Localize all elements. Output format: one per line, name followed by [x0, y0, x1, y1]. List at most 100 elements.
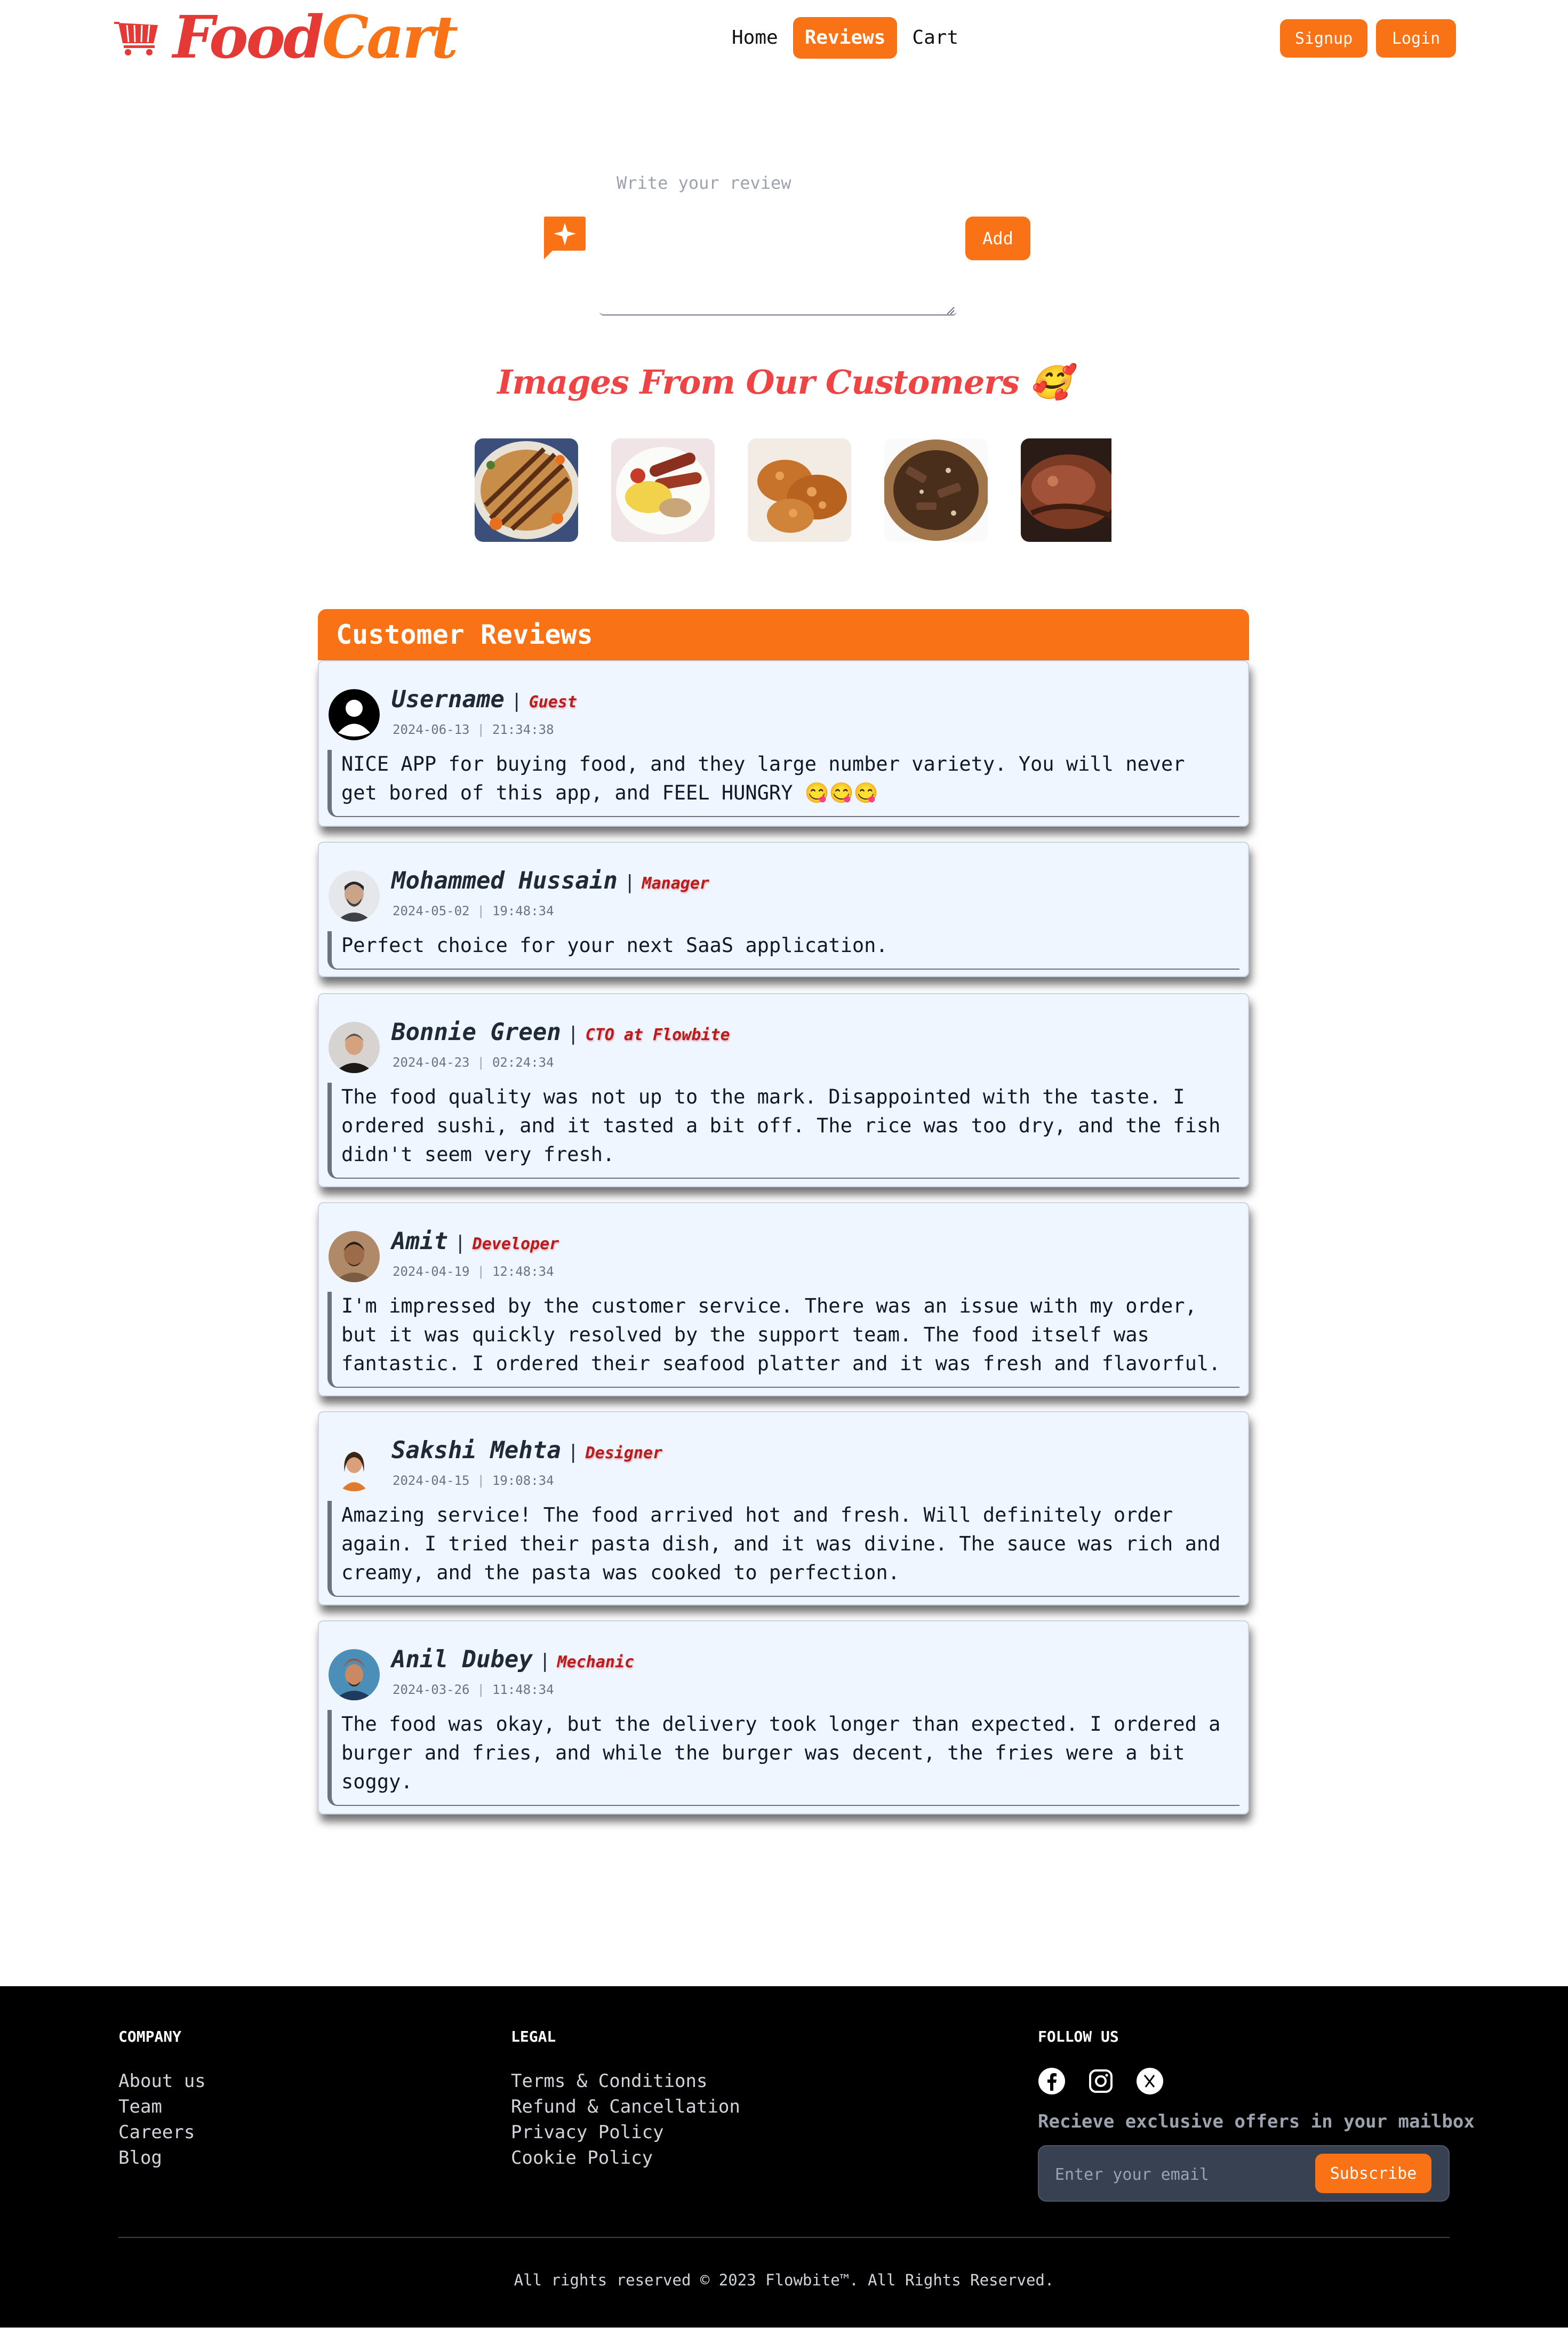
footer-link-about[interactable]: About us — [118, 2068, 206, 2094]
customer-image-gallery[interactable] — [475, 438, 1111, 542]
avatar-photo — [329, 1440, 380, 1491]
review-timestamp: 2024-03-26 | 11:48:34 — [393, 1682, 554, 1697]
review-card: Username | Guest 2024-06-13 | 21:34:38 NIC… — [318, 660, 1249, 827]
subscribe-button[interactable]: Subscribe — [1315, 2154, 1431, 2193]
add-review-button[interactable]: Add — [965, 217, 1030, 260]
footer-link-terms[interactable]: Terms & Conditions — [511, 2068, 740, 2094]
email-input[interactable] — [1055, 2159, 1300, 2190]
review-time: 19:48:34 — [492, 903, 554, 918]
avatar — [329, 1231, 380, 1282]
review-date: 2024-04-19 — [393, 1264, 470, 1279]
review-header: Sakshi Mehta | Designer — [391, 1437, 662, 1464]
avatar-photo — [329, 1022, 380, 1073]
footer-heading-company: COMPANY — [118, 2028, 182, 2045]
mailbox-offer-text: Recieve exclusive offers in your mailbox — [1038, 2111, 1475, 2132]
avatar — [329, 689, 380, 740]
footer-legal-links: Terms & Conditions Refund & Cancellation… — [511, 2068, 740, 2171]
reviewer-role: Developer — [472, 1235, 559, 1253]
separator: | — [510, 690, 523, 712]
review-card: Anil Dubey | Mechanic 2024-03-26 | 11:48:3… — [318, 1620, 1249, 1814]
review-timestamp: 2024-04-23 | 02:24:34 — [393, 1055, 554, 1070]
nav-link-reviews[interactable]: Reviews — [793, 17, 898, 59]
review-date: 2024-03-26 — [393, 1682, 470, 1697]
sausage-plate-image — [611, 438, 715, 542]
x-twitter-icon[interactable] — [1136, 2067, 1164, 2095]
review-time: 19:08:34 — [492, 1473, 554, 1488]
footer-divider — [118, 2237, 1450, 2238]
review-timestamp: 2024-04-19 | 12:48:34 — [393, 1264, 554, 1279]
avatar — [329, 1440, 380, 1491]
gallery-title: Images From Our Customers 🥰 — [497, 363, 1071, 402]
reviewer-name: Username — [391, 686, 505, 713]
brand-name: FoodCart — [173, 8, 458, 67]
review-text: The food was okay, but the delivery took… — [327, 1710, 1239, 1806]
review-card: Bonnie Green | CTO at Flowbite 2024-04-2… — [318, 993, 1249, 1187]
review-card: Amit | Developer 2024-04-19 | 12:48:34 I'm… — [318, 1202, 1249, 1396]
separator: | — [623, 871, 636, 893]
brand-name-food: Food — [173, 3, 324, 71]
brand-logo[interactable]: FoodCart — [113, 8, 458, 67]
reviewer-name: Sakshi Mehta — [391, 1437, 561, 1464]
gallery-image-chocolate-platter[interactable] — [884, 438, 988, 542]
signup-button[interactable]: Signup — [1280, 19, 1367, 58]
copyright-text: All rights reserved © 2023 Flowbite™. Al… — [514, 2271, 1054, 2289]
review-text: The food quality was not up to the mark.… — [327, 1083, 1239, 1179]
nav-links: Home Reviews Cart — [720, 17, 970, 59]
separator: | — [454, 1232, 466, 1254]
reviewer-name: Bonnie Green — [391, 1019, 561, 1046]
gallery-image-sausage-plate[interactable] — [611, 438, 715, 542]
default-user-icon — [329, 689, 380, 740]
review-header: Anil Dubey | Mechanic — [391, 1646, 634, 1673]
review-text: Amazing service! The food arrived hot an… — [327, 1501, 1239, 1597]
review-card: Mohammed Hussain | Manager 2024-05-02 | 19… — [318, 842, 1249, 977]
review-date: 2024-06-13 — [393, 722, 470, 737]
roast-meat-image — [1021, 438, 1111, 542]
review-header: Bonnie Green | CTO at Flowbite — [391, 1019, 730, 1046]
reviewer-role: CTO at Flowbite — [585, 1026, 730, 1044]
gallery-image-brisket[interactable] — [475, 438, 578, 542]
gallery-image-fried-chicken[interactable] — [748, 438, 851, 542]
footer-heading-follow: FOLLOW US — [1038, 2028, 1119, 2045]
footer-link-blog[interactable]: Blog — [118, 2145, 206, 2171]
instagram-icon[interactable] — [1087, 2067, 1115, 2095]
review-date: 2024-04-23 — [393, 1055, 470, 1070]
reviewer-name: Anil Dubey — [391, 1646, 533, 1673]
review-time: 12:48:34 — [492, 1264, 554, 1279]
review-header: Amit | Developer — [391, 1228, 559, 1255]
facebook-icon[interactable] — [1038, 2067, 1066, 2095]
fried-chicken-image — [748, 438, 851, 542]
review-textarea[interactable] — [599, 165, 957, 316]
review-time: 11:48:34 — [492, 1682, 554, 1697]
shopping-cart-icon — [114, 22, 158, 55]
login-button[interactable]: Login — [1376, 19, 1456, 58]
footer-link-team[interactable]: Team — [118, 2094, 206, 2120]
resize-handle-icon[interactable] — [945, 305, 955, 315]
nav-link-cart[interactable]: Cart — [900, 17, 970, 59]
brisket-platter-image — [475, 438, 578, 542]
footer-link-privacy[interactable]: Privacy Policy — [511, 2120, 740, 2145]
footer-heading-legal: LEGAL — [511, 2028, 556, 2045]
brand-name-cart: Cart — [322, 3, 459, 71]
avatar-photo — [329, 870, 380, 922]
review-timestamp: 2024-04-15 | 19:08:34 — [393, 1473, 554, 1488]
reviewer-role: Manager — [642, 874, 709, 893]
separator: | — [567, 1441, 579, 1463]
gallery-image-roast-meat[interactable] — [1021, 438, 1111, 542]
nav-link-home[interactable]: Home — [720, 17, 790, 59]
reviewer-name: Amit — [391, 1228, 448, 1255]
footer-link-refund[interactable]: Refund & Cancellation — [511, 2094, 740, 2120]
review-timestamp: 2024-05-02 | 19:48:34 — [393, 903, 554, 918]
review-time: 02:24:34 — [492, 1055, 554, 1070]
review-header: Mohammed Hussain | Manager — [391, 867, 709, 894]
footer-link-careers[interactable]: Careers — [118, 2120, 206, 2145]
social-links — [1038, 2067, 1164, 2095]
reviewer-role: Guest — [529, 693, 577, 711]
avatar — [329, 870, 380, 922]
review-header: Username | Guest — [391, 686, 577, 713]
review-time: 21:34:38 — [492, 722, 554, 737]
footer: COMPANY About us Team Careers Blog LEGAL… — [0, 1986, 1568, 2328]
footer-company-links: About us Team Careers Blog — [118, 2068, 206, 2171]
footer-link-cookie[interactable]: Cookie Policy — [511, 2145, 740, 2171]
subscribe-form: Subscribe — [1038, 2145, 1450, 2202]
reviewer-role: Mechanic — [557, 1653, 635, 1672]
